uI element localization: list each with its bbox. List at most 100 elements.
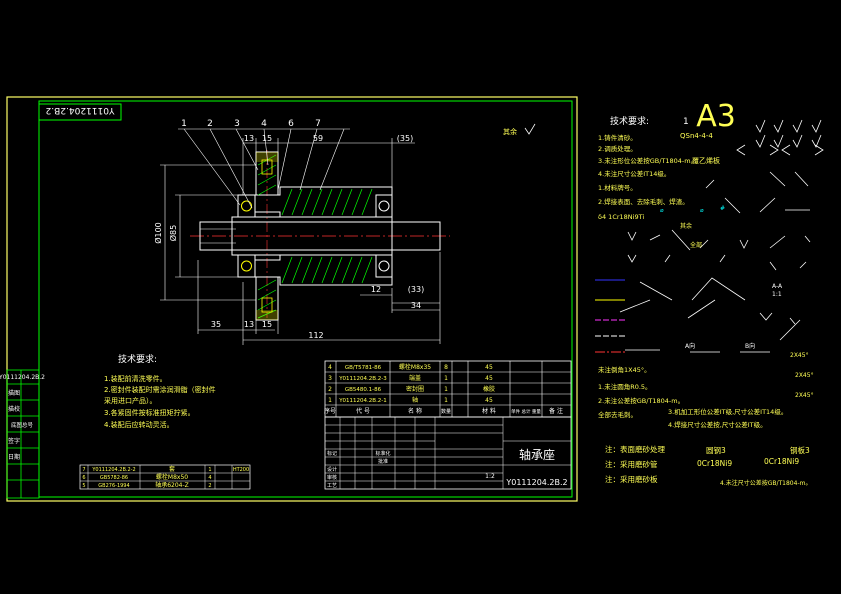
svg-text:代 号: 代 号	[356, 407, 370, 415]
balloon-7: 7	[315, 119, 321, 129]
svg-text:标准化: 标准化	[375, 450, 390, 457]
svg-text:1.材料牌号。: 1.材料牌号。	[598, 183, 637, 192]
svg-text:序号: 序号	[324, 407, 336, 415]
svg-text:15: 15	[262, 320, 272, 329]
svg-text:0Cr18Ni9: 0Cr18Ni9	[697, 459, 732, 468]
svg-text:注：采用磨砂管: 注：采用磨砂管	[605, 459, 658, 469]
svg-text:3: 3	[328, 375, 332, 382]
svg-text:A-A: A-A	[772, 283, 783, 290]
svg-text:2.调质处理。: 2.调质处理。	[598, 144, 637, 153]
svg-text:3.各紧固件按标准扭矩拧紧。: 3.各紧固件按标准扭矩拧紧。	[104, 408, 195, 417]
svg-text:7: 7	[82, 467, 85, 473]
symbol-panel: 技术要求: 1 A3 QSn4-4-4 1.铸件清砂。 2.调质处理。 3.未注…	[595, 99, 824, 487]
svg-text:Ø85: Ø85	[168, 225, 178, 241]
svg-text:GB276-1994: GB276-1994	[98, 483, 129, 489]
left-strip: Y0111204.2B.2 描图 描校 底图总号 签字 日期	[0, 369, 45, 499]
svg-text:QSn4-4-4: QSn4-4-4	[680, 132, 713, 140]
paper-size-label: A3	[696, 99, 736, 134]
drawing-title: 轴承座	[519, 447, 555, 462]
balloon-1: 1	[181, 119, 187, 129]
svg-text:注：表面磨砂处理: 注：表面磨砂处理	[605, 444, 665, 454]
svg-text:59: 59	[313, 134, 323, 143]
svg-text:3.机加工形位公差IT级,尺寸公差IT14级。: 3.机加工形位公差IT级,尺寸公差IT14级。	[668, 407, 787, 416]
svg-text:套: 套	[169, 465, 175, 473]
svg-text:12: 12	[371, 285, 381, 294]
svg-text:δ4 1Cr18Ni9Ti: δ4 1Cr18Ni9Ti	[598, 213, 644, 221]
svg-text:2X45°: 2X45°	[795, 392, 814, 399]
svg-text:15: 15	[262, 134, 272, 143]
svg-text:未注倒角1X45°。: 未注倒角1X45°。	[598, 365, 651, 374]
svg-text:2X45°: 2X45°	[795, 372, 814, 379]
svg-text:6: 6	[82, 475, 85, 481]
svg-text:圆钢3: 圆钢3	[706, 445, 726, 455]
svg-text:轴承6204-Z: 轴承6204-Z	[155, 481, 189, 489]
svg-text:⌀: ⌀	[700, 207, 704, 214]
svg-text:#: #	[720, 205, 725, 212]
svg-text:螺栓M8x50: 螺栓M8x50	[156, 473, 188, 481]
svg-text:备 注: 备 注	[549, 407, 563, 415]
svg-text:1:2: 1:2	[485, 473, 495, 480]
balloon-4: 4	[261, 119, 267, 129]
svg-text:审核: 审核	[327, 474, 337, 481]
svg-text:4.装配后应转动灵活。: 4.装配后应转动灵活。	[104, 420, 174, 429]
svg-text:Ø100: Ø100	[153, 222, 163, 244]
svg-text:2.焊接表面、去除毛刺、焊渣。: 2.焊接表面、去除毛刺、焊渣。	[598, 197, 689, 206]
svg-text:1.铸件清砂。: 1.铸件清砂。	[598, 133, 637, 142]
title-block: 标记 设计 审核 工艺 标准化 批准 1:2 轴承座 Y0111204.2B.2	[324, 416, 572, 490]
svg-text:34: 34	[411, 301, 421, 310]
svg-text:1: 1	[444, 386, 448, 393]
svg-text:采用进口产品）。: 采用进口产品）。	[104, 396, 157, 405]
svg-text:批准: 批准	[378, 458, 388, 465]
tech-requirements-left: 技术要求: 1.装配前清洗零件。 2.密封件装配时需涂润滑脂（密封件 采用进口产…	[104, 353, 216, 429]
svg-text:4: 4	[208, 475, 211, 481]
svg-text:(35): (35)	[397, 134, 413, 143]
parts-table: 4 GB/T5781-86 螺栓M8x35 8 45 3 Y0111204.2B…	[324, 360, 572, 418]
svg-text:技术要求:: 技术要求:	[610, 115, 649, 127]
svg-text:密封圈: 密封圈	[406, 385, 424, 393]
svg-text:材 料: 材 料	[482, 407, 496, 415]
svg-text:Y0111204.2B.2: Y0111204.2B.2	[0, 374, 45, 381]
svg-text:描校: 描校	[8, 405, 20, 413]
outer-frame	[6, 96, 578, 502]
drawing-code: Y0111204.2B.2	[505, 478, 567, 487]
svg-text:4.未注尺寸公差IT14级。: 4.未注尺寸公差IT14级。	[598, 169, 670, 178]
svg-text:1:1: 1:1	[772, 291, 782, 298]
svg-text:B向: B向	[745, 342, 755, 350]
svg-text:35: 35	[211, 320, 221, 329]
svg-text:名 称: 名 称	[408, 407, 422, 415]
svg-text:1.未注圆角R0.5。: 1.未注圆角R0.5。	[598, 382, 652, 391]
svg-text:螺栓M8x35: 螺栓M8x35	[399, 363, 431, 371]
svg-text:注：采用磨砂板: 注：采用磨砂板	[605, 474, 658, 484]
svg-text:轴: 轴	[412, 396, 418, 404]
svg-text:45: 45	[485, 364, 493, 371]
svg-text:签字: 签字	[8, 437, 20, 445]
svg-text:覆乙烯板: 覆乙烯板	[692, 156, 720, 165]
frame-code: Y0111204.2B.2	[46, 105, 116, 115]
svg-text:日期: 日期	[8, 453, 20, 461]
svg-text:GB5782-86: GB5782-86	[100, 475, 128, 481]
svg-text:2.密封件装配时需涂润滑脂（密封件: 2.密封件装配时需涂润滑脂（密封件	[104, 385, 216, 394]
page-number: 1	[683, 117, 689, 127]
svg-text:13: 13	[244, 134, 254, 143]
svg-text:A向: A向	[685, 342, 695, 350]
balloon-2: 2	[207, 119, 213, 129]
svg-text:(33): (33)	[408, 285, 424, 294]
svg-text:0Cr18Ni9: 0Cr18Ni9	[764, 457, 799, 466]
svg-text:4: 4	[328, 364, 332, 371]
svg-text:其余: 其余	[680, 222, 692, 230]
assembly-view: 1 2 3 4 6 7 13 15 59 (35) Ø100 Ø85 12 (3…	[153, 119, 536, 345]
roughness-symbol	[524, 123, 536, 135]
svg-text:13: 13	[244, 320, 254, 329]
svg-text:45: 45	[485, 375, 493, 382]
svg-text:橡胶: 橡胶	[483, 385, 495, 393]
svg-text:技术要求:: 技术要求:	[118, 353, 157, 365]
svg-text:4.未注尺寸公差按GB/T1804-m。: 4.未注尺寸公差按GB/T1804-m。	[720, 479, 811, 487]
svg-text:全部: 全部	[690, 241, 702, 249]
balloon-3: 3	[234, 119, 240, 129]
svg-text:标记: 标记	[327, 450, 337, 457]
svg-text:2X45°: 2X45°	[790, 352, 809, 359]
svg-text:1: 1	[444, 375, 448, 382]
svg-text:单件 总计 重量: 单件 总计 重量	[511, 408, 541, 415]
svg-text:5: 5	[82, 483, 85, 489]
svg-text:1: 1	[208, 467, 211, 473]
